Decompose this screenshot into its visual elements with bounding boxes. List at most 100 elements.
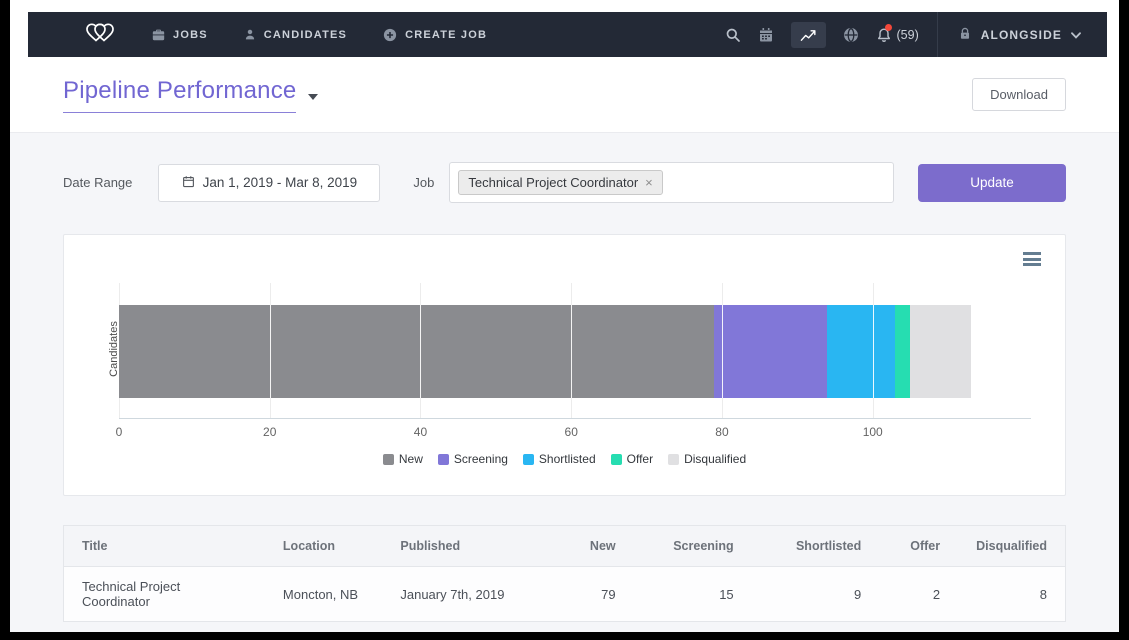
pipeline-table: TitleLocationPublishedNewScreeningShortl… bbox=[64, 526, 1065, 621]
bell-icon bbox=[876, 27, 892, 43]
nav-item-label: CREATE JOB bbox=[405, 29, 487, 41]
notification-dot bbox=[885, 24, 892, 31]
gridline-overlay bbox=[722, 305, 723, 398]
gridline-overlay bbox=[873, 305, 874, 398]
chart-plot: 020406080100 bbox=[119, 283, 1031, 419]
brand-logo[interactable] bbox=[84, 19, 118, 50]
legend-swatch bbox=[611, 454, 622, 465]
bar-segment-screening[interactable] bbox=[714, 305, 827, 398]
calendar-icon[interactable] bbox=[758, 27, 774, 43]
table-header: TitleLocationPublishedNewScreeningShortl… bbox=[64, 526, 1065, 567]
legend-swatch bbox=[438, 454, 449, 465]
job-tag-label: Technical Project Coordinator bbox=[468, 175, 638, 190]
table-row[interactable]: Technical Project CoordinatorMoncton, NB… bbox=[64, 567, 1065, 622]
column-header: Shortlisted bbox=[752, 526, 880, 567]
job-tag: Technical Project Coordinator × bbox=[458, 170, 662, 195]
briefcase-icon bbox=[152, 28, 165, 41]
bar-segment-shortlisted[interactable] bbox=[827, 305, 895, 398]
legend-item-offer[interactable]: Offer bbox=[611, 452, 653, 466]
report-selector[interactable]: Pipeline Performance bbox=[63, 77, 318, 113]
legend-item-screening[interactable]: Screening bbox=[438, 452, 508, 466]
legend-item-new[interactable]: New bbox=[383, 452, 423, 466]
table-cell: 9 bbox=[752, 567, 880, 622]
legend-label: Disqualified bbox=[684, 452, 746, 466]
main-content: Date Range Jan 1, 2019 - Mar 8, 2019 Job… bbox=[10, 133, 1119, 632]
column-header: Title bbox=[64, 526, 265, 567]
account-menu[interactable]: ALONGSIDE bbox=[938, 26, 1107, 44]
app-window: JOBS CANDIDATES bbox=[10, 0, 1119, 632]
legend-swatch bbox=[668, 454, 679, 465]
caret-down-icon bbox=[308, 94, 318, 100]
date-range-label: Date Range bbox=[63, 175, 132, 190]
person-icon bbox=[244, 28, 256, 41]
notifications[interactable]: (59) bbox=[876, 27, 919, 43]
column-header: Disqualified bbox=[958, 526, 1065, 567]
hearts-logo-icon bbox=[84, 19, 118, 50]
top-navbar: JOBS CANDIDATES bbox=[28, 12, 1107, 57]
remove-tag-icon[interactable]: × bbox=[645, 176, 653, 189]
nav-menu: JOBS CANDIDATES bbox=[152, 28, 487, 42]
column-header: New bbox=[537, 526, 634, 567]
date-range-value: Jan 1, 2019 - Mar 8, 2019 bbox=[203, 175, 358, 190]
gridline-overlay bbox=[270, 305, 271, 398]
legend-swatch bbox=[383, 454, 394, 465]
x-tick-label: 100 bbox=[863, 425, 883, 439]
chart-legend: New Screening Shortlisted Offer Disqualified bbox=[64, 452, 1065, 466]
bar-segment-disqualified[interactable] bbox=[910, 305, 970, 398]
bar-segment-new[interactable] bbox=[119, 305, 714, 398]
update-button[interactable]: Update bbox=[918, 164, 1066, 202]
nav-item-label: CANDIDATES bbox=[264, 29, 347, 41]
column-header: Offer bbox=[879, 526, 958, 567]
globe-icon[interactable] bbox=[843, 27, 859, 43]
table-cell: January 7th, 2019 bbox=[382, 567, 537, 622]
nav-right-icons: (59) bbox=[725, 22, 919, 48]
table-cell: Technical Project Coordinator bbox=[64, 567, 265, 622]
chevron-down-icon bbox=[1071, 28, 1081, 42]
account-name: ALONGSIDE bbox=[981, 28, 1062, 42]
nav-item-jobs[interactable]: JOBS bbox=[152, 28, 208, 41]
date-range-input[interactable]: Jan 1, 2019 - Mar 8, 2019 bbox=[158, 164, 380, 202]
x-tick-label: 40 bbox=[414, 425, 427, 439]
column-header: Location bbox=[265, 526, 382, 567]
notification-count: (59) bbox=[897, 28, 919, 42]
legend-label: Shortlisted bbox=[539, 452, 596, 466]
legend-item-disqualified[interactable]: Disqualified bbox=[668, 452, 746, 466]
job-label: Job bbox=[413, 175, 434, 190]
table-cell: 79 bbox=[537, 567, 634, 622]
lock-icon bbox=[958, 26, 972, 44]
search-icon[interactable] bbox=[725, 27, 741, 43]
plus-circle-icon bbox=[383, 28, 397, 42]
bar-segment-offer[interactable] bbox=[895, 305, 910, 398]
gridline-overlay bbox=[571, 305, 572, 398]
legend-label: Offer bbox=[627, 452, 653, 466]
job-select-input[interactable]: Technical Project Coordinator × bbox=[449, 162, 894, 203]
x-tick-label: 20 bbox=[263, 425, 276, 439]
table-cell: 8 bbox=[958, 567, 1065, 622]
legend-swatch bbox=[523, 454, 534, 465]
chart-menu-icon[interactable] bbox=[1023, 252, 1041, 269]
calendar-small-icon bbox=[182, 175, 195, 191]
filter-bar: Date Range Jan 1, 2019 - Mar 8, 2019 Job… bbox=[63, 162, 1066, 203]
nav-item-create-job[interactable]: CREATE JOB bbox=[383, 28, 487, 42]
table-cell: 15 bbox=[634, 567, 752, 622]
page-header: Pipeline Performance Download bbox=[10, 57, 1119, 133]
nav-item-label: JOBS bbox=[173, 29, 208, 41]
table-body: Technical Project CoordinatorMoncton, NB… bbox=[64, 567, 1065, 622]
pipeline-table-card: TitleLocationPublishedNewScreeningShortl… bbox=[63, 525, 1066, 622]
table-cell: 2 bbox=[879, 567, 958, 622]
page-title: Pipeline Performance bbox=[63, 77, 296, 113]
column-header: Published bbox=[382, 526, 537, 567]
pipeline-chart-card: Candidates 020406080100 NewScreeningShor… bbox=[63, 234, 1066, 496]
legend-label: New bbox=[399, 452, 423, 466]
x-tick-label: 60 bbox=[565, 425, 578, 439]
table-cell: Moncton, NB bbox=[265, 567, 382, 622]
gridline-overlay bbox=[420, 305, 421, 398]
legend-item-shortlisted[interactable]: Shortlisted bbox=[523, 452, 596, 466]
download-button[interactable]: Download bbox=[972, 78, 1066, 111]
screenshot-frame: JOBS CANDIDATES bbox=[0, 0, 1129, 640]
x-tick-label: 0 bbox=[116, 425, 123, 439]
legend-label: Screening bbox=[454, 452, 508, 466]
x-tick-label: 80 bbox=[715, 425, 728, 439]
chart-icon[interactable] bbox=[791, 22, 826, 48]
nav-item-candidates[interactable]: CANDIDATES bbox=[244, 28, 347, 41]
